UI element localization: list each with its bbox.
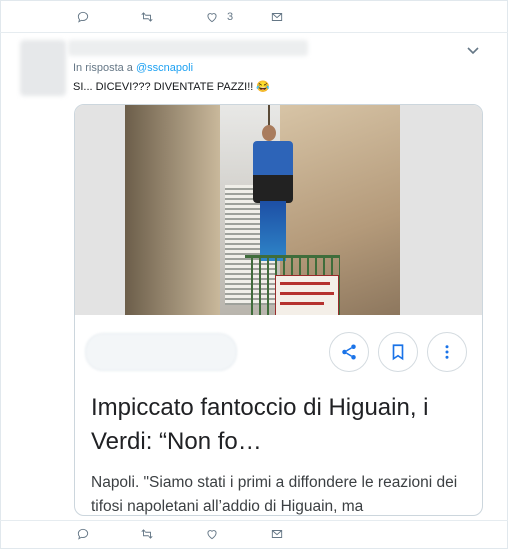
reply-action[interactable] (76, 527, 90, 541)
photo-dummy-head (262, 125, 276, 141)
share-button[interactable] (329, 332, 369, 372)
source-pill-redacted[interactable] (85, 333, 237, 371)
banner-text-line (280, 292, 334, 295)
user-name-redacted (68, 40, 308, 56)
heart-icon (207, 530, 217, 540)
more-vertical-icon (445, 345, 449, 359)
reply-handle-link[interactable]: @sscnapoli (136, 62, 193, 74)
reply-prefix: In risposta a (73, 62, 133, 74)
photo-dummy-legs (260, 201, 286, 261)
reply-context: In risposta a @sscnapoli (73, 62, 193, 74)
heart-icon (207, 13, 217, 23)
tweet-actions (0, 520, 508, 550)
card-headline[interactable]: Impiccato fantoccio di Higuain, i Verdi:… (91, 391, 471, 459)
retweet-action[interactable] (140, 527, 154, 541)
mail-icon (271, 13, 283, 21)
direct-message-action[interactable] (270, 10, 292, 24)
more-options-button[interactable] (427, 332, 467, 372)
retweet-action[interactable] (140, 10, 162, 24)
reply-action[interactable] (76, 10, 98, 24)
banner-text-line (280, 282, 330, 285)
bookmark-button[interactable] (378, 332, 418, 372)
like-action[interactable]: 3 (205, 10, 233, 24)
mail-icon (271, 530, 283, 538)
reply-icon (77, 528, 89, 540)
banner-text-line (280, 302, 324, 305)
card-image-area (75, 105, 482, 315)
share-icon (342, 344, 356, 360)
card-snippet: Napoli. "Siamo stati i primi a diffonder… (91, 474, 458, 515)
retweet-icon (141, 12, 153, 22)
reply-icon (77, 11, 89, 23)
like-action[interactable] (205, 527, 219, 541)
bookmark-icon (392, 344, 404, 361)
direct-message-action[interactable] (270, 527, 284, 541)
previous-tweet-actions: 3 (0, 0, 508, 33)
link-preview-card[interactable]: Impiccato fantoccio di Higuain, i Verdi:… (74, 104, 483, 516)
tweet-menu-button[interactable] (466, 43, 480, 55)
photo-dummy-body (253, 141, 293, 203)
photo-rope (268, 105, 270, 127)
avatar[interactable] (20, 40, 66, 96)
retweet-icon (141, 529, 153, 539)
news-photo (125, 105, 400, 315)
chevron-down-icon (467, 47, 479, 55)
photo-wall-left (125, 105, 220, 315)
like-count: 3 (227, 11, 234, 23)
tweet-text: SI... DICEVI??? DIVENTATE PAZZI!! 😂 (73, 81, 271, 93)
photo-banner (275, 275, 339, 315)
